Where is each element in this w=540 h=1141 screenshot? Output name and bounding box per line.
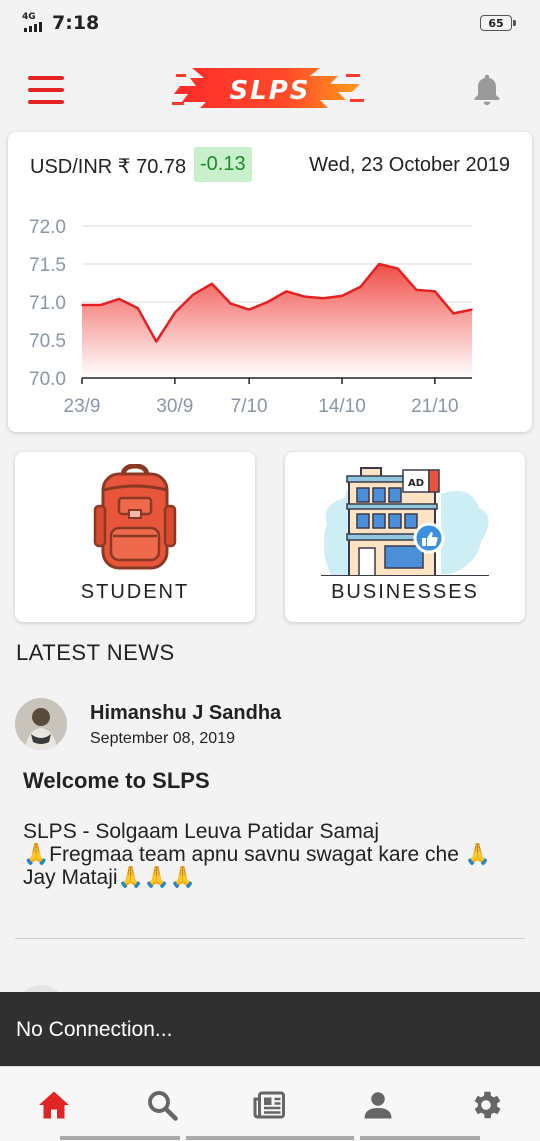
exchange-rate-card[interactable]: USD/INR ₹ 70.78 -0.13 Wed, 23 October 20…: [8, 132, 532, 432]
businesses-tile[interactable]: AD BUSINESSES: [285, 452, 525, 622]
author-avatar[interactable]: [15, 698, 67, 750]
logo-text: SLPS: [229, 76, 310, 106]
x-tick-label: 7/10: [231, 396, 268, 417]
bell-icon[interactable]: [470, 72, 504, 108]
businesses-tile-label: BUSINESSES: [331, 581, 479, 603]
y-tick-label: 70.5: [29, 331, 66, 352]
post-body-line: Jay Mataji🙏🙏🙏: [23, 866, 196, 889]
data-point: [99, 304, 102, 306]
data-point: [452, 312, 455, 315]
post-divider: [15, 938, 525, 939]
data-point: [285, 290, 288, 293]
data-point: [396, 267, 399, 270]
no-connection-snackbar: No Connection...: [0, 992, 540, 1066]
rate-date: Wed, 23 October 2019: [309, 154, 510, 176]
post-body-line: SLPS - Solgaam Leuva Patidar Samaj: [23, 820, 380, 843]
battery-level: 65: [488, 17, 504, 30]
hamburger-menu-icon[interactable]: [28, 76, 64, 104]
signal-icon: [24, 22, 42, 32]
data-point: [248, 308, 250, 311]
x-tick-label: 14/10: [318, 396, 366, 417]
data-point: [81, 304, 83, 306]
building-icon: AD: [321, 467, 489, 576]
status-bar: 4G 7:18 65: [0, 0, 540, 46]
y-tick-label: 71.5: [29, 255, 66, 276]
slps-logo: SLPS: [172, 68, 364, 108]
clock: 7:18: [52, 12, 100, 34]
svg-text:AD: AD: [408, 478, 424, 489]
y-tick-label: 72.0: [29, 217, 66, 238]
rate-change-badge: -0.13: [194, 147, 252, 182]
post-body: SLPS - Solgaam Leuva Patidar Samaj 🙏Freg…: [23, 820, 533, 889]
network-type: 4G: [22, 12, 36, 22]
snackbar-message: No Connection...: [16, 1018, 173, 1041]
post-title: Welcome to SLPS: [23, 768, 210, 793]
data-point: [136, 307, 139, 309]
data-point: [322, 297, 325, 299]
latest-news-heading: LATEST NEWS: [16, 640, 175, 665]
data-point: [211, 282, 213, 285]
bottom-navigation: [0, 1066, 540, 1141]
data-point: [229, 302, 232, 305]
student-tile-label: STUDENT: [80, 581, 190, 603]
newspaper-icon[interactable]: [250, 1087, 290, 1123]
x-tick-label: 23/9: [64, 396, 101, 417]
data-point: [359, 286, 362, 288]
y-tick-label: 71.0: [29, 293, 66, 314]
data-point: [118, 298, 120, 300]
data-point: [266, 301, 269, 303]
home-icon[interactable]: [34, 1087, 74, 1123]
data-point: [471, 308, 473, 311]
post-body-line: 🙏Fregmaa team apnu savnu swagat kare che…: [23, 843, 491, 866]
x-tick-label: 21/10: [411, 396, 459, 417]
backpack-icon: [93, 464, 177, 570]
battery-icon: 65: [480, 15, 516, 31]
search-icon[interactable]: [142, 1087, 182, 1123]
data-point: [155, 340, 158, 343]
nav-handle: [60, 1136, 180, 1140]
data-point: [415, 289, 418, 291]
post-date: September 08, 2019: [90, 730, 235, 747]
data-point: [192, 293, 195, 296]
data-point: [378, 263, 380, 265]
rate-area: [82, 264, 472, 378]
nav-handle: [186, 1136, 354, 1140]
exchange-rate-chart: 72.0 71.5 71.0 70.5 70.0 23/9 30/9 7/10 14/10 21/…: [29, 217, 473, 417]
nav-handle: [360, 1136, 480, 1140]
profile-icon[interactable]: [358, 1087, 398, 1123]
currency-pair-label: USD/INR ₹ 70.78: [30, 156, 187, 178]
data-point: [434, 290, 436, 293]
settings-gear-icon[interactable]: [466, 1087, 506, 1123]
person-avatar-icon: [15, 698, 67, 750]
student-tile[interactable]: STUDENT: [15, 452, 255, 622]
data-point: [304, 295, 306, 298]
data-point: [341, 295, 343, 297]
data-point: [174, 311, 176, 314]
x-tick-label: 30/9: [156, 396, 193, 417]
post-author[interactable]: Himanshu J Sandha: [90, 702, 281, 725]
app-bar: SLPS: [0, 46, 540, 132]
y-tick-label: 70.0: [29, 369, 66, 390]
